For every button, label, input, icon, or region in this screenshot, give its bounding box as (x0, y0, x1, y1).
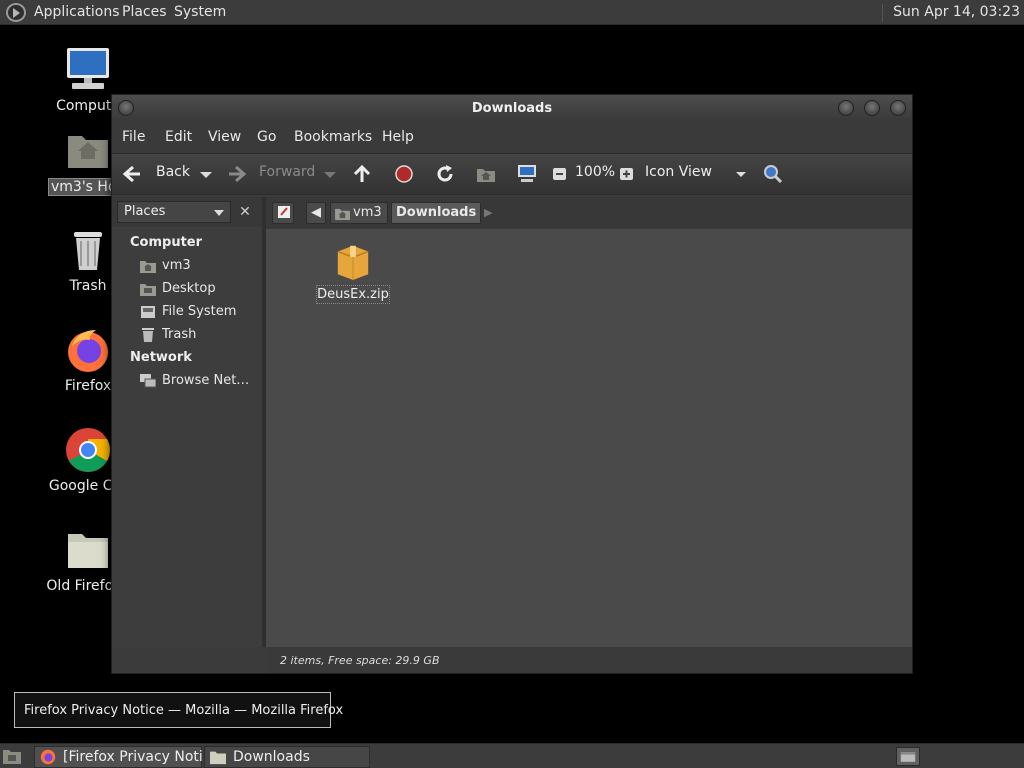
trash-icon (74, 232, 102, 270)
window-title: Downloads (471, 101, 553, 116)
folder-icon (210, 751, 226, 765)
workspace-icon (900, 752, 916, 762)
zoom-level[interactable]: 100% (575, 164, 615, 180)
firefox-icon (40, 749, 56, 765)
menu-file[interactable]: File (122, 129, 145, 145)
computer-icon (67, 48, 109, 89)
show-desktop-icon[interactable] (2, 747, 22, 765)
menu-system[interactable]: System (174, 4, 226, 20)
sidebar-item-label: Desktop (162, 281, 216, 296)
path-button-label: vm3 (353, 205, 382, 220)
home-folder-icon (140, 261, 156, 273)
taskbar-item-label: Downloads (233, 749, 310, 765)
computer-icon[interactable] (517, 164, 537, 184)
clock[interactable]: Sun Apr 14, 03:23 (882, 4, 1020, 22)
home-folder-icon (68, 136, 108, 168)
menu-bookmarks[interactable]: Bookmarks (294, 129, 372, 145)
file-manager-window: Downloads File Edit View Go Bookmarks He… (111, 94, 913, 674)
menu-help[interactable]: Help (382, 129, 414, 145)
menu-view[interactable]: View (208, 129, 241, 145)
package-icon (337, 245, 369, 280)
window-titlebar[interactable]: Downloads (112, 95, 912, 123)
top-panel: Applications Places System Sun Apr 14, 0… (0, 0, 1024, 25)
taskbar-item-firefox[interactable]: [Firefox Privacy Noti… (34, 746, 217, 768)
reload-icon[interactable] (435, 164, 455, 184)
view-mode-chevron-down-icon[interactable] (731, 164, 751, 184)
back-button[interactable]: Back (156, 164, 190, 180)
home-icon[interactable] (476, 164, 496, 184)
sidebar-section-network: Network (130, 350, 192, 365)
distro-logo-icon[interactable] (6, 3, 26, 22)
stop-icon[interactable] (394, 164, 414, 184)
file-item[interactable]: DeusEx.zip (316, 241, 390, 311)
path-button-vm3[interactable]: vm3 (330, 202, 388, 224)
chrome-icon (66, 428, 110, 472)
zoom-out-icon[interactable] (550, 164, 570, 184)
statusbar: 2 items, Free space: 29.9 GB (266, 647, 912, 673)
bottom-panel: [Firefox Privacy Noti… Downloads (0, 743, 1024, 768)
taskbar-item-downloads[interactable]: Downloads (204, 746, 370, 768)
menu-applications[interactable]: Applications (34, 4, 120, 20)
sidebar-section-computer: Computer (130, 235, 203, 250)
folder-icon (68, 534, 108, 568)
tooltip-text: Firefox Privacy Notice — Mozilla — Mozil… (24, 703, 344, 718)
sidebar-type-label: Places (124, 204, 166, 219)
file-name: DeusEx.zip (316, 285, 390, 304)
sidebar-header: Places ✕ (112, 197, 264, 227)
zoom-in-icon[interactable] (617, 164, 637, 184)
up-arrow-icon[interactable] (352, 164, 372, 184)
forward-history-chevron-down-icon[interactable] (320, 164, 340, 184)
firefox-icon (68, 330, 108, 372)
path-right-chevron-icon[interactable]: ▶ (484, 206, 492, 219)
maximize-icon[interactable] (864, 100, 880, 116)
close-sidebar-icon[interactable]: ✕ (234, 201, 256, 223)
back-history-chevron-down-icon[interactable] (196, 164, 216, 184)
menubar: File Edit View Go Bookmarks Help (112, 123, 912, 151)
view-mode-select[interactable]: Icon View (645, 164, 712, 180)
file-view[interactable]: DeusEx.zip (266, 229, 912, 647)
taskbar-item-label: [Firefox Privacy Noti… (63, 749, 217, 765)
sidebar: Computer vm3 Desktop File System Trash N… (112, 227, 262, 647)
path-button-label: Downloads (396, 205, 477, 220)
back-arrow-icon[interactable] (122, 164, 142, 184)
path-left-chevron-icon[interactable]: ◀ (306, 202, 326, 224)
menu-go[interactable]: Go (257, 129, 276, 145)
home-folder-icon (335, 208, 350, 220)
menu-places[interactable]: Places (122, 4, 167, 20)
close-icon[interactable] (890, 100, 906, 116)
toolbar: Back Forward 100% Icon View (112, 153, 912, 195)
status-text: 2 items, Free space: 29.9 GB (280, 654, 440, 667)
sidebar-item-label: Browse Net… (162, 373, 250, 388)
window-tooltip: Firefox Privacy Notice — Mozilla — Mozil… (14, 692, 343, 728)
forward-arrow-icon[interactable] (227, 164, 247, 184)
search-icon[interactable] (763, 164, 783, 184)
sidebar-item-label: Trash (162, 327, 197, 342)
path-bar: ◀ vm3 Downloads ▶ (266, 197, 912, 229)
trash-icon (142, 328, 154, 342)
workspace-switcher[interactable] (896, 747, 920, 766)
forward-button[interactable]: Forward (259, 164, 315, 180)
path-button-downloads[interactable]: Downloads (391, 202, 481, 224)
sidebar-item-label: File System (162, 304, 237, 319)
minimize-icon[interactable] (838, 100, 854, 116)
sidebar-type-select[interactable]: Places (117, 201, 231, 223)
network-icon (140, 374, 156, 388)
chevron-down-icon (214, 210, 224, 216)
edit-location-icon[interactable] (272, 202, 294, 224)
drive-icon (141, 306, 155, 318)
desktop-folder-icon (140, 284, 156, 296)
menu-edit[interactable]: Edit (165, 129, 192, 145)
sidebar-item-label: vm3 (162, 258, 191, 273)
